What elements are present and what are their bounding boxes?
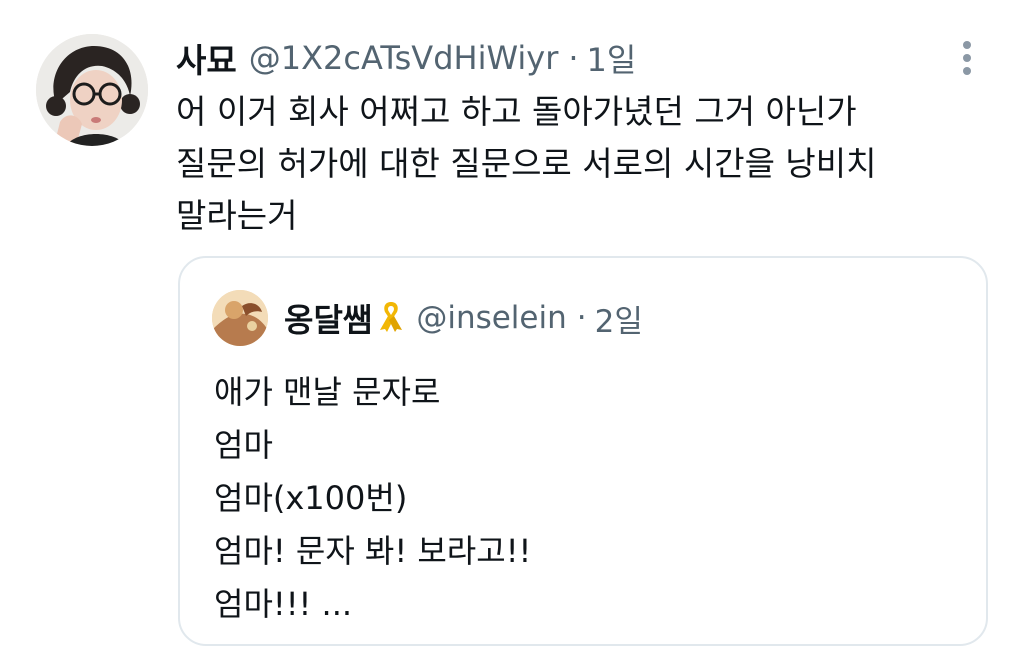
avatar-image	[36, 34, 148, 146]
tweet-text-line: 말라는거	[176, 196, 298, 235]
quoted-text-line: 애가 맨날 문자로	[214, 373, 441, 411]
quoted-user-handle[interactable]: @inselein	[416, 300, 566, 336]
more-dot	[963, 41, 971, 49]
tweet-text-line: 질문의 허가에 대한 질문으로 서로의 시간을 낭비치	[176, 144, 877, 183]
user-avatar[interactable]	[36, 34, 148, 146]
separator-dot: ·	[576, 300, 587, 336]
yellow-ribbon-icon	[376, 299, 406, 337]
quoted-timestamp[interactable]: 2일	[595, 296, 643, 341]
quoted-display-name[interactable]: 옹달쌤	[284, 295, 372, 341]
tweet-header: 사묘 @1X2cATsVdHiWiyr · 1일	[176, 36, 636, 80]
quoted-text-line: 엄마! 문자 봐! 보라고!!	[214, 532, 532, 570]
tweet[interactable]: 사묘 @1X2cATsVdHiWiyr · 1일 어 이거 회사 어쩌고 하고 …	[0, 0, 1024, 656]
timestamp[interactable]: 1일	[587, 35, 637, 81]
tweet-text: 어 이거 회사 어쩌고 하고 돌아가녔던 그거 아닌가 질문의 허가에 대한 질…	[176, 86, 976, 242]
quoted-text-line: 엄마!!! ...	[214, 585, 353, 623]
separator-dot: ·	[568, 39, 579, 77]
quoted-tweet-header: 옹달쌤 @inselein · 2일	[284, 296, 643, 340]
more-vertical-icon[interactable]	[950, 36, 984, 80]
quoted-avatar-image	[212, 290, 268, 346]
quoted-text-line: 엄마(x100번)	[214, 479, 408, 517]
quoted-text-line: 엄마	[214, 426, 273, 464]
quoted-tweet-text: 애가 맨날 문자로 엄마 엄마(x100번) 엄마! 문자 봐! 보라고!! 엄…	[214, 366, 531, 631]
user-handle[interactable]: @1X2cATsVdHiWiyr	[249, 39, 559, 77]
more-dot	[963, 67, 971, 75]
tweet-text-line: 어 이거 회사 어쩌고 하고 돌아가녔던 그거 아닌가	[176, 92, 857, 131]
more-dot	[963, 54, 971, 62]
display-name[interactable]: 사묘	[176, 34, 237, 82]
quoted-tweet[interactable]: 옹달쌤 @inselein · 2일 애가 맨날 문자로 엄마 엄마(x100번…	[178, 256, 988, 646]
quoted-user-avatar[interactable]	[212, 290, 268, 346]
